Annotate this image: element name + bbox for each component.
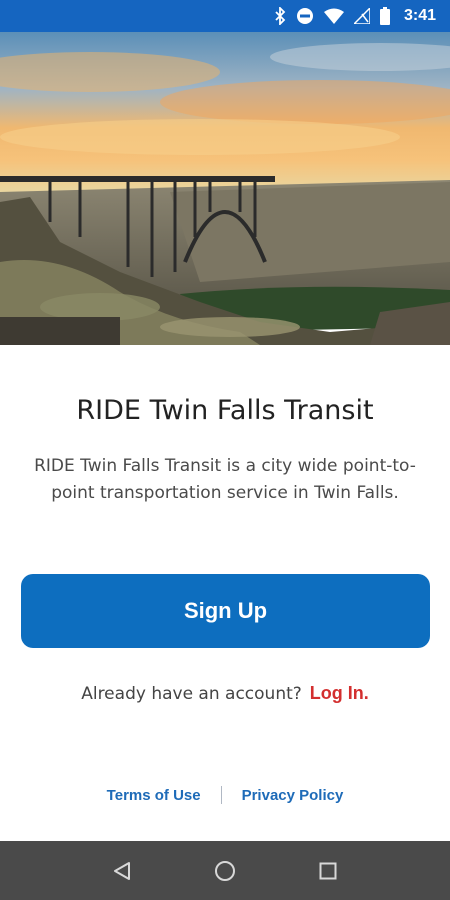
footer-links: Terms of Use Privacy Policy <box>0 786 450 804</box>
app-description: RIDE Twin Falls Transit is a city wide p… <box>34 456 416 503</box>
sign-up-button[interactable]: Sign Up <box>21 574 430 648</box>
system-nav-bar <box>0 841 450 900</box>
bluetooth-icon <box>274 7 286 25</box>
hero-image <box>0 32 450 345</box>
battery-icon <box>379 7 390 25</box>
status-bar: 3:41 <box>0 0 450 32</box>
terms-of-use-link[interactable]: Terms of Use <box>107 787 201 804</box>
log-in-link[interactable]: Log In. <box>310 683 369 703</box>
page-title: RIDE Twin Falls Transit <box>76 395 374 426</box>
do-not-disturb-icon <box>296 7 314 25</box>
footer-divider <box>220 786 222 804</box>
no-signal-icon <box>353 7 370 25</box>
login-prompt: Already have an account? Log In. <box>0 683 450 704</box>
wifi-icon <box>323 7 344 25</box>
status-time: 3:41 <box>403 7 436 24</box>
privacy-policy-link[interactable]: Privacy Policy <box>242 787 344 804</box>
recents-icon[interactable] <box>313 856 343 886</box>
account-prompt-text: Already have an account? <box>81 684 302 704</box>
home-icon[interactable] <box>210 856 240 886</box>
back-icon[interactable] <box>107 856 137 886</box>
